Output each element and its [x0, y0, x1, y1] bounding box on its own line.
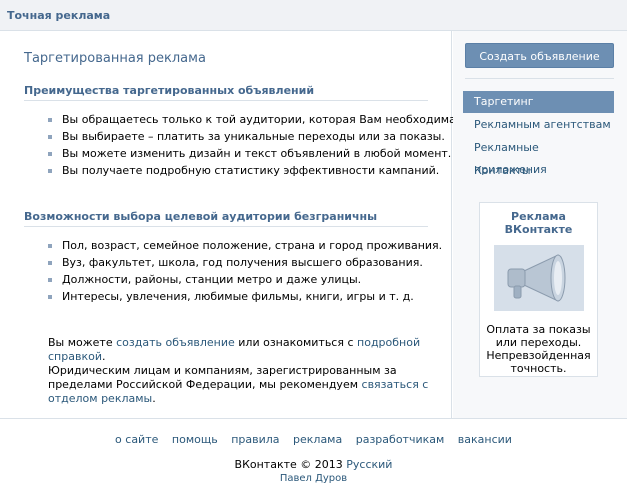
page-section-title: Точная реклама — [7, 9, 111, 22]
list-item: Вы обращаетесь только к той аудитории, к… — [48, 111, 459, 128]
language-link[interactable]: Русский — [346, 458, 392, 471]
list-item: Должности, районы, станции метро и даже … — [48, 271, 442, 288]
list-item: Вы получаете подробную статистику эффект… — [48, 162, 459, 179]
footer-link-rules[interactable]: правила — [231, 433, 279, 446]
copyright-text: ВКонтакте © 2013 — [234, 458, 343, 471]
copyright-line: ВКонтакте © 2013 Русский — [0, 458, 627, 471]
top-bar: Точная реклама — [0, 0, 627, 31]
bullet-icon — [48, 169, 52, 173]
create-ad-link[interactable]: создать объявление — [116, 336, 235, 349]
promo-box[interactable]: Реклама ВКонтакте Оплата за показы или п… — [479, 202, 598, 377]
sidebar: Создать объявление Таргетинг Рекламным а… — [453, 31, 627, 418]
main-column: Таргетированная реклама Преимущества тар… — [0, 31, 459, 418]
sidebar-item-agencies[interactable]: Рекламным агентствам — [463, 114, 614, 136]
list-item: Интересы, увлечения, любимые фильмы, кни… — [48, 288, 442, 305]
list-item: Вы можете изменить дизайн и текст объявл… — [48, 145, 459, 162]
bullet-icon — [48, 244, 52, 248]
advantages-title: Преимущества таргетированных объявлений — [24, 84, 428, 101]
bullet-icon — [48, 295, 52, 299]
foreign-companies-paragraph: Юридическим лицам и компаниям, зарегистр… — [48, 364, 429, 405]
footer-link-help[interactable]: помощь — [172, 433, 218, 446]
sidebar-item-targeting[interactable]: Таргетинг — [463, 91, 614, 113]
advantages-list: Вы обращаетесь только к той аудитории, к… — [48, 111, 459, 179]
sidebar-item-contacts[interactable]: Контакты — [463, 160, 614, 182]
megaphone-icon — [494, 245, 584, 311]
footer-link-ads[interactable]: реклама — [293, 433, 342, 446]
list-item: Пол, возраст, семейное положение, страна… — [48, 237, 442, 254]
bullet-icon — [48, 278, 52, 282]
sidebar-item-ad-apps[interactable]: Рекламные приложения — [463, 137, 614, 176]
bullet-icon — [48, 118, 52, 122]
promo-text: Оплата за показы или переходы. Непревзой… — [486, 323, 591, 375]
targeting-options-title: Возможности выбора целевой аудитории без… — [24, 210, 428, 227]
bullet-icon — [48, 152, 52, 156]
footer-link-developers[interactable]: разработчикам — [356, 433, 445, 446]
sidebar-divider — [465, 78, 614, 79]
bullet-icon — [48, 135, 52, 139]
bullet-icon — [48, 261, 52, 265]
content-area: Таргетированная реклама Преимущества тар… — [0, 31, 627, 419]
create-ad-paragraph: Вы можете создать объявление или ознаком… — [48, 336, 421, 363]
author-line: Павел Дуров — [0, 473, 627, 484]
list-item: Вы выбираете – платить за уникальные пер… — [48, 128, 459, 145]
targeting-options-list: Пол, возраст, семейное положение, страна… — [48, 237, 442, 305]
footer-link-about[interactable]: о сайте — [115, 433, 158, 446]
create-ad-button[interactable]: Создать объявление — [465, 43, 614, 68]
promo-title: Реклама ВКонтакте — [504, 210, 573, 236]
footer-link-jobs[interactable]: вакансии — [458, 433, 512, 446]
page-title: Таргетированная реклама — [24, 51, 206, 66]
footer-nav: о сайте помощь правила реклама разработч… — [0, 433, 627, 446]
list-item: Вуз, факультет, школа, год получения выс… — [48, 254, 442, 271]
author-link[interactable]: Павел Дуров — [280, 473, 347, 484]
